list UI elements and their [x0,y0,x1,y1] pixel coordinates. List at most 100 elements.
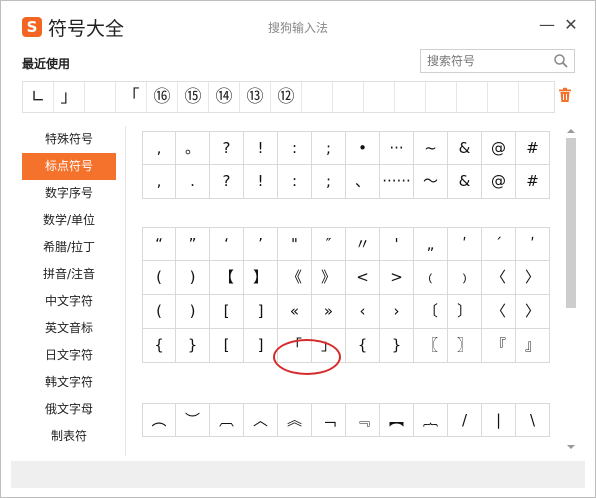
sidebar-item[interactable]: 希腊/拉丁 [22,234,116,261]
minimize-button[interactable]: — [537,13,557,37]
recent-symbol-cell[interactable]: ⑭ [209,82,240,112]
symbol-cell[interactable]: » [312,295,346,329]
symbol-cell[interactable]: ' [380,227,414,261]
symbol-cell[interactable]: ﹁ [312,403,346,437]
symbol-cell[interactable]: 、 [346,165,380,199]
symbol-cell[interactable]: 〖 [414,329,448,363]
recent-symbol-cell[interactable] [333,82,364,112]
symbol-cell[interactable]: ︽ [278,403,312,437]
symbol-cell[interactable]: [ [210,295,244,329]
symbol-cell[interactable]: ······ [380,165,414,199]
sidebar-item[interactable]: 数字序号 [22,180,116,207]
symbol-cell[interactable]: # [516,131,550,165]
recent-symbol-cell[interactable]: ⑬ [240,82,271,112]
symbol-cell[interactable]: . [176,165,210,199]
symbol-cell[interactable]: & [448,165,482,199]
symbol-cell[interactable]: 《 [278,261,312,295]
recent-symbol-cell[interactable] [364,82,395,112]
symbol-cell[interactable]: ‹ [346,295,380,329]
symbol-cell[interactable]: } [380,329,414,363]
symbol-cell[interactable]: " [278,227,312,261]
symbol-cell[interactable]: 〉 [516,295,550,329]
symbol-cell[interactable]: 【 [210,261,244,295]
symbol-cell[interactable]: | [482,403,516,437]
recent-symbol-cell[interactable] [426,82,457,112]
sidebar-item[interactable]: 制表符 [22,423,116,450]
recent-symbol-cell[interactable]: ∟ [23,82,54,112]
symbol-cell[interactable]: 】 [244,261,278,295]
symbol-cell[interactable]: ? [210,131,244,165]
symbol-cell[interactable]: { [142,329,176,363]
symbol-cell[interactable]: 〈 [482,295,516,329]
symbol-cell[interactable]: 》 [312,261,346,295]
symbol-cell[interactable]: } [176,329,210,363]
symbol-cell[interactable]: ´ [482,227,516,261]
symbol-cell[interactable]: : [278,131,312,165]
symbol-cell[interactable]: ! [244,165,278,199]
sidebar-item[interactable]: 数学/单位 [22,207,116,234]
symbol-cell[interactable]: 〃 [346,227,380,261]
symbol-cell[interactable]: ʹ [448,227,482,261]
symbol-cell[interactable]: ﹙ [414,261,448,295]
symbol-cell[interactable]: ﹚ [448,261,482,295]
symbol-cell[interactable]: 〕 [448,295,482,329]
recent-symbol-cell[interactable]: ⑯ [147,82,178,112]
sidebar-item[interactable]: 英文音标 [22,315,116,342]
symbol-cell[interactable]: ʹ [516,227,550,261]
scrollbar-thumb[interactable] [566,138,576,308]
symbol-cell[interactable]: { [346,329,380,363]
recent-symbol-cell[interactable] [488,82,519,112]
symbol-cell[interactable]: ( [142,295,176,329]
symbol-cell[interactable]: ’ [244,227,278,261]
symbol-cell[interactable]: 「 [278,329,312,363]
symbol-cell[interactable]: ︻ [380,403,414,437]
sidebar-item[interactable]: 特殊符号 [22,126,116,153]
close-button[interactable]: ✕ [561,13,581,37]
recent-symbol-cell[interactable] [395,82,426,112]
symbol-cell[interactable]: , [142,131,176,165]
symbol-cell[interactable]: › [380,295,414,329]
symbol-cell[interactable]: < [346,261,380,295]
symbol-cell[interactable]: # [516,165,550,199]
sidebar-item[interactable]: 韩文字符 [22,369,116,396]
recent-symbol-cell[interactable] [457,82,488,112]
scroll-down-arrow-icon[interactable] [565,442,577,452]
symbol-cell[interactable]: @ [482,131,516,165]
symbol-cell[interactable]: \ [516,403,550,437]
symbol-cell[interactable]: ︶ [176,403,210,437]
symbol-cell[interactable]: ～ [414,165,448,199]
symbol-cell[interactable]: @ [482,165,516,199]
symbol-cell[interactable]: 〗 [448,329,482,363]
symbol-cell[interactable]: / [448,403,482,437]
symbol-cell[interactable]: 。 [176,131,210,165]
symbol-cell[interactable]: ︵ [142,403,176,437]
symbol-cell[interactable]: ) [176,261,210,295]
symbol-cell[interactable]: 〔 [414,295,448,329]
symbol-cell[interactable]: 』 [516,329,550,363]
symbol-cell[interactable]: „ [414,227,448,261]
symbol-cell[interactable]: [ [210,329,244,363]
symbol-cell[interactable]: “ [142,227,176,261]
symbol-cell[interactable]: , [142,165,176,199]
search-input[interactable] [427,53,552,69]
title-bar[interactable]: S 符号大全 搜狗输入法 — ✕ [1,1,595,41]
sidebar-item[interactable]: 日文字符 [22,342,116,369]
recent-symbol-cell[interactable] [519,82,554,112]
trash-icon[interactable] [558,87,572,103]
symbol-cell[interactable]: ? [210,165,244,199]
symbol-cell[interactable]: ··· [380,131,414,165]
recent-symbol-cell[interactable]: 」 [54,82,85,112]
symbol-cell[interactable]: ] [244,295,278,329]
symbol-cell[interactable]: ‘ [210,227,244,261]
symbol-cell[interactable]: : [278,165,312,199]
symbol-cell[interactable]: ] [244,329,278,363]
symbol-cell[interactable]: ) [176,295,210,329]
symbol-cell[interactable]: ~ [414,131,448,165]
search-box[interactable] [420,49,575,73]
symbol-cell[interactable]: ″ [312,227,346,261]
vertical-scrollbar[interactable] [565,126,577,456]
symbol-cell[interactable]: ; [312,131,346,165]
symbol-cell[interactable]: ︹ [210,403,244,437]
symbol-cell[interactable]: « [278,295,312,329]
symbol-cell[interactable]: ; [312,165,346,199]
